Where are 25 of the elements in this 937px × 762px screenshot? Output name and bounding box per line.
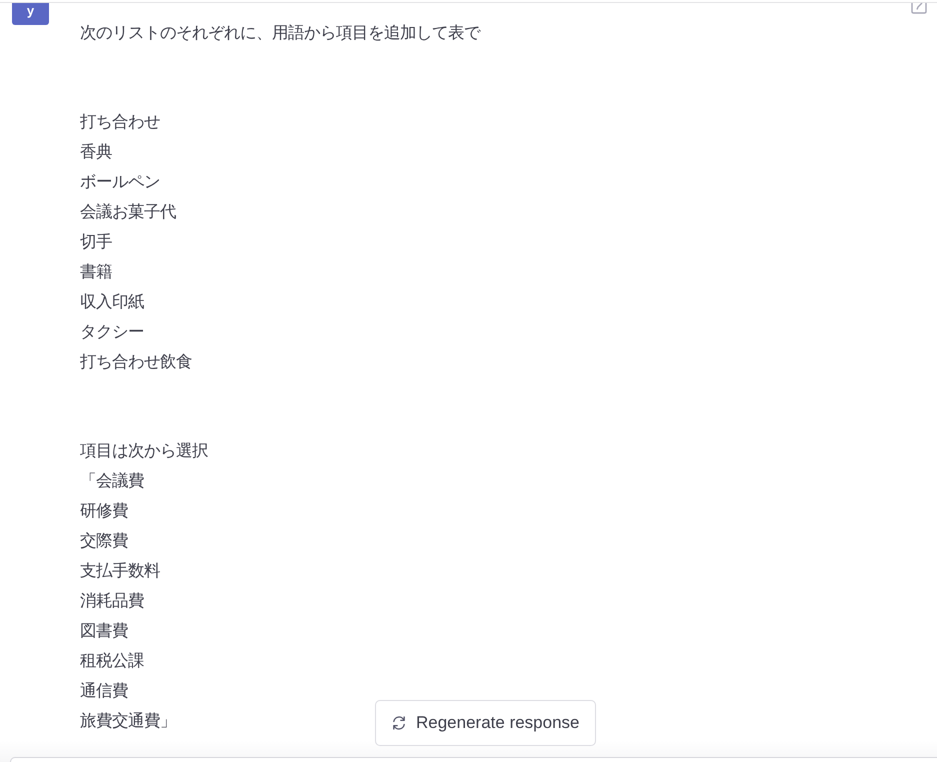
user-avatar: y xyxy=(12,3,49,25)
message-text-line: ボールペン xyxy=(80,172,160,193)
message-text-line: 香典 xyxy=(80,142,112,163)
message-text-line: 租税公課 xyxy=(80,651,144,672)
edit-icon[interactable] xyxy=(910,3,928,14)
message-text-line: 「会議費 xyxy=(80,471,144,492)
message-text-line: 次のリストのそれぞれに、用語から項目を追加して表で xyxy=(80,23,480,44)
message-input-field[interactable] xyxy=(10,757,937,762)
message-text-line: 書籍 xyxy=(80,262,112,283)
message-text-line: 支払手数料 xyxy=(80,561,160,582)
regenerate-response-button[interactable]: Regenerate response xyxy=(375,700,596,746)
message-text-line: 切手 xyxy=(80,232,112,253)
message-text-line: 項目は次から選択 xyxy=(80,441,208,462)
message-text-line: 旅費交通費」 xyxy=(80,711,176,732)
message-text-line: 収入印紙 xyxy=(80,292,144,313)
message-text-line: 会議お菓子代 xyxy=(80,202,176,223)
message-text-line: タクシー xyxy=(80,322,144,343)
message-text-line: 通信費 xyxy=(80,681,128,702)
message-text-line: 図書費 xyxy=(80,621,128,642)
message-text-line: 消耗品費 xyxy=(80,591,144,612)
message-text-line: 研修費 xyxy=(80,501,128,522)
message-text-line: 打ち合わせ xyxy=(80,112,160,133)
refresh-icon xyxy=(392,716,406,730)
message-text-line: 打ち合わせ飲食 xyxy=(80,352,192,373)
message-text-line: 交際費 xyxy=(80,531,128,552)
